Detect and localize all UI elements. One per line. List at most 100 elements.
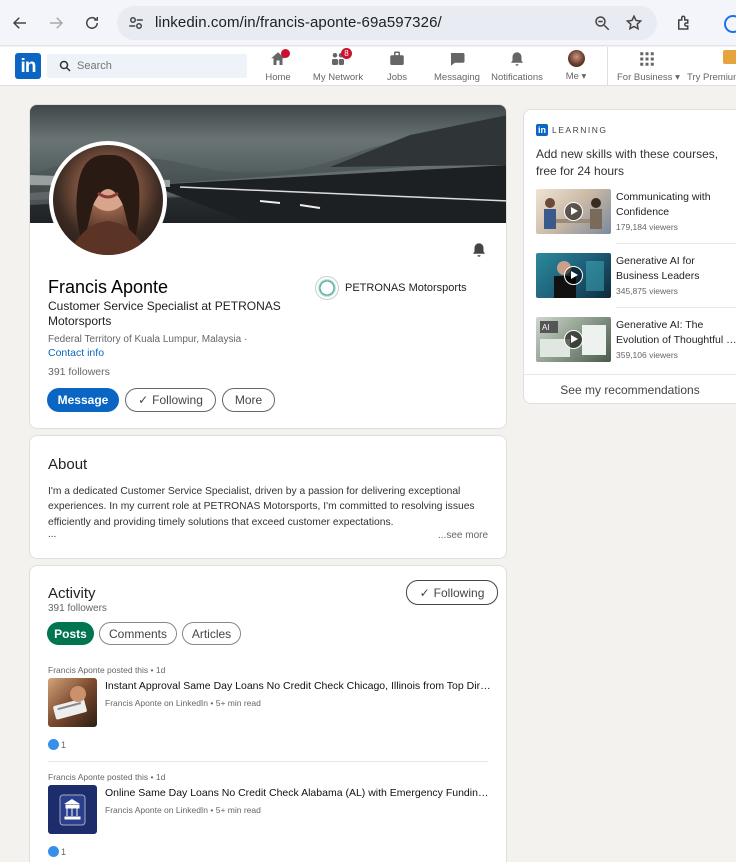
more-button[interactable]: More [222,388,275,412]
post-thumbnail[interactable] [48,785,97,834]
course-title: Communicating with Confidence [616,191,711,218]
premium-icon [723,50,736,64]
search-icon [59,60,71,72]
search-input[interactable] [77,60,237,72]
course-views: 345,875 viewers [616,286,678,296]
course-item[interactable]: Generative AI for Business Leaders 345,87… [536,253,736,301]
linkedin-navbar: in Home 8 My Network Jobs Messaging No [0,47,736,86]
tab-articles[interactable]: Articles [182,622,241,645]
nav-label: Notifications [491,72,543,83]
see-recommendations-link[interactable]: See my recommendations [524,374,736,403]
post-reactions[interactable]: 1 [48,846,66,857]
post-reactions[interactable]: 1 [48,739,66,750]
nav-notifications[interactable]: Notifications [490,50,544,84]
activity-followers: 391 followers [48,603,107,614]
puzzle-icon [678,15,689,30]
extensions-button[interactable] [672,11,696,35]
notification-dot [281,49,290,58]
avatar [567,50,585,67]
about-ellipsis: ... [48,529,57,540]
profile-headline: Customer Service Specialist at PETRONAS … [48,299,281,328]
course-thumbnail [536,253,611,298]
course-views: 359,106 viewers [616,350,678,360]
address-bar[interactable]: linkedin.com/in/francis-aponte-69a597326… [117,6,657,40]
current-company[interactable]: PETRONAS Motorsports [315,276,467,300]
site-settings-icon[interactable] [127,14,145,32]
course-thumbnail [536,189,611,234]
nav-jobs[interactable]: Jobs [386,50,408,84]
follower-count[interactable]: 391 followers [48,366,110,378]
contact-info-link[interactable]: Contact info [48,347,104,359]
browser-toolbar: linkedin.com/in/francis-aponte-69a597326… [0,0,736,46]
like-icon [48,739,59,750]
post-title[interactable]: Online Same Day Loans No Credit Check Al… [105,787,491,799]
forward-button[interactable] [44,11,68,35]
course-title: Generative AI: The Evolution of Thoughtfu… [616,319,736,346]
profile-avatar-icon[interactable] [724,15,736,33]
reload-button[interactable] [80,11,104,35]
nav-label: Try Premium [687,72,736,83]
url-text[interactable]: linkedin.com/in/francis-aponte-69a597326… [155,14,442,31]
learning-header: in LEARNING [536,124,607,136]
tab-comments[interactable]: Comments [99,622,177,645]
course-item[interactable]: Communicating with Confidence 179,184 vie… [536,189,736,237]
nav-for-business[interactable]: For Business ▾ [617,50,680,84]
nav-my-network[interactable]: 8 My Network [311,48,365,84]
about-card: About I'm a dedicated Customer Service S… [29,435,507,559]
post-source: Francis Aponte on LinkedIn • 5+ min read [105,805,261,815]
nav-divider [607,47,608,86]
course-divider [616,307,736,308]
learning-intro: Add new skills with these courses, free … [536,147,719,178]
home-icon [268,49,290,68]
about-text: I'm a dedicated Customer Service Special… [48,486,475,528]
nav-me[interactable]: Me ▾ [562,50,590,84]
nav-label: For Business ▾ [617,72,680,83]
play-icon [564,330,583,349]
petronas-logo [315,276,339,300]
following-label: Following [152,393,203,407]
play-icon [564,266,583,285]
company-name: PETRONAS Motorsports [345,282,467,294]
following-label: Following [433,585,485,600]
post-title[interactable]: Instant Approval Same Day Loans No Credi… [105,680,491,692]
briefcase-icon [387,50,407,68]
nav-label: Jobs [386,72,408,83]
notify-bell-icon[interactable] [470,241,490,261]
nav-messaging[interactable]: Messaging [434,50,480,84]
profile-card: Francis Aponte Customer Service Speciali… [29,104,507,429]
reaction-count: 1 [61,846,67,857]
course-title: Generative AI for Business Leaders [616,255,700,282]
search-box[interactable] [47,54,247,78]
svg-text:AI: AI [542,323,550,332]
network-icon: 8 [328,48,352,68]
like-icon [48,846,59,857]
post-meta: Francis Aponte posted this • 1d [48,772,166,782]
learning-label: LEARNING [552,125,608,135]
profile-photo[interactable] [49,141,167,259]
linkedin-logo[interactable]: in [15,53,41,79]
nav-home[interactable]: Home [262,49,294,84]
activity-card: Activity 391 followers ✓ Following Posts … [29,565,507,862]
message-button[interactable]: Message [47,388,119,412]
check-icon: ✓ [138,393,149,407]
following-button[interactable]: ✓ Following [125,388,216,412]
learning-card: in LEARNING Add new skills with these co… [523,109,736,404]
course-item[interactable]: AI Generative AI: The Evolution of Though… [536,317,736,365]
course-thumbnail: AI [536,317,611,362]
back-button[interactable] [8,11,32,35]
profile-location: Federal Territory of Kuala Lumpur, Malay… [48,334,248,345]
activity-title: Activity [48,585,96,602]
see-more-link[interactable]: ...see more [438,530,488,541]
grid-icon [637,50,657,68]
nav-label: Home [265,72,291,83]
bookmark-star-icon[interactable] [625,14,643,32]
post-divider [48,761,488,762]
about-title: About [48,456,88,473]
post-thumbnail[interactable] [48,678,97,727]
tab-posts[interactable]: Posts [47,622,94,645]
nav-try-premium[interactable]: Try Premium [687,50,736,84]
bell-icon [507,50,527,68]
activity-following-button[interactable]: ✓ Following [406,580,498,605]
zoom-icon[interactable] [593,14,611,32]
profile-name: Francis Aponte [48,277,169,297]
